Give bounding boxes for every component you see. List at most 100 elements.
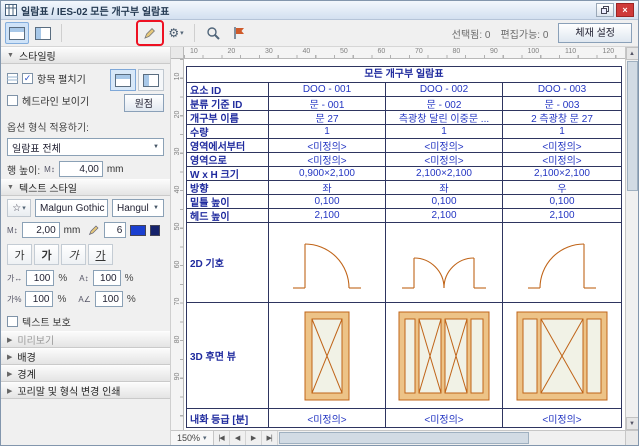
table-cell[interactable]: <미정의> — [269, 139, 386, 152]
favorite-style-button[interactable]: ☆ ▾ — [7, 199, 31, 217]
table-cell[interactable]: 2,100×2,100 — [386, 167, 503, 180]
table-cell[interactable]: 2,100 — [269, 209, 386, 222]
vertical-scrollbar[interactable]: ▲ ▼ — [625, 47, 638, 430]
table-cell[interactable]: <미정의> — [269, 409, 386, 427]
pen-number-input[interactable]: 6 — [104, 222, 126, 238]
scheme-settings-button[interactable]: 체재 설정 — [558, 23, 632, 43]
row-label: 분류 기준 ID — [187, 97, 269, 110]
font-style-bold-button[interactable]: 가 — [34, 244, 59, 265]
scroll-up-button[interactable]: ▲ — [626, 47, 639, 60]
secondary-color-swatch[interactable] — [150, 225, 160, 236]
door-2d-symbol-double[interactable] — [386, 223, 503, 302]
table-cell[interactable]: 2,100 — [386, 209, 503, 222]
table-cell[interactable]: DOO - 002 — [386, 83, 503, 96]
door-3d-view-double-sidelight[interactable] — [386, 303, 503, 408]
door-2d-symbol-single-right[interactable] — [503, 223, 621, 302]
table-cell[interactable]: 2 측광창 문 27 — [503, 111, 621, 124]
table-cell[interactable]: <미정의> — [386, 153, 503, 166]
door-3d-view-two-sidelights[interactable] — [503, 303, 621, 408]
table-cell[interactable]: <미정의> — [503, 139, 621, 152]
font-style-italic-button[interactable]: 가 — [61, 244, 86, 265]
flag-button[interactable] — [227, 22, 251, 44]
view-style-a-button[interactable] — [5, 22, 29, 44]
font-style-normal-button[interactable]: 가 — [7, 244, 32, 265]
table-cell[interactable]: 0,100 — [386, 195, 503, 208]
border-section-header[interactable]: ▶ 경계 — [1, 365, 170, 382]
text-protect-checkbox[interactable] — [7, 316, 18, 327]
table-cell[interactable]: 1 — [386, 125, 503, 138]
table-cell[interactable]: 우 — [503, 181, 621, 194]
origin-button[interactable]: 원점 — [124, 94, 164, 112]
horizontal-scrollbar[interactable] — [278, 431, 625, 445]
font-dropdown[interactable]: Malgun Gothic ▼ — [35, 199, 108, 217]
ruler-number: 10 — [190, 48, 198, 55]
scroll-down-button[interactable]: ▼ — [626, 417, 639, 430]
background-section-header[interactable]: ▶ 배경 — [1, 348, 170, 365]
table-cell[interactable]: <미정의> — [386, 139, 503, 152]
table-cell[interactable]: 1 — [269, 125, 386, 138]
table-cell[interactable]: 측광창 달린 이중문 ... — [386, 111, 503, 124]
table-cell[interactable]: 좌 — [386, 181, 503, 194]
char-width-input[interactable]: 100 — [26, 270, 54, 286]
horizontal-scroll-thumb[interactable] — [279, 432, 529, 444]
table-cell[interactable]: DOO - 003 — [503, 83, 621, 96]
table-cell[interactable]: <미정의> — [269, 153, 386, 166]
table-cell[interactable]: 문 27 — [269, 111, 386, 124]
expand-items-checkbox[interactable]: ✓ — [22, 73, 33, 84]
settings-gear-button[interactable]: ⚙ ▾ — [164, 22, 188, 44]
table-cell[interactable]: 문 - 001 — [269, 97, 386, 110]
scrollbar-corner — [625, 431, 638, 445]
table-cell[interactable]: 1 — [503, 125, 621, 138]
styling-section-header[interactable]: ▼ 스타일링 — [1, 47, 170, 64]
zoom-control[interactable]: 150% ▾ — [171, 431, 214, 445]
zoom-select-button[interactable] — [201, 22, 225, 44]
headline-orientation-top-button[interactable] — [110, 69, 136, 91]
view-style-b-button[interactable] — [31, 22, 55, 44]
restore-button[interactable] — [596, 3, 614, 17]
char-slant-input[interactable]: 100 — [95, 291, 123, 307]
table-cell[interactable]: <미정의> — [503, 153, 621, 166]
table-cell[interactable]: 0,100 — [269, 195, 386, 208]
font-style-underline-button[interactable]: 가 — [88, 244, 113, 265]
ruler-number: 80 — [174, 332, 181, 347]
door-2d-symbol-single-left[interactable] — [269, 223, 386, 302]
row-label: 헤드 높이 — [187, 209, 269, 222]
vertical-ruler[interactable]: 102030405060708090 — [171, 59, 184, 430]
table-cell[interactable]: 2,100×2,100 — [503, 167, 621, 180]
char-scale-input[interactable]: 100 — [25, 291, 53, 307]
dropdown-arrow-icon: ▼ — [153, 205, 159, 211]
table-cell[interactable]: DOO - 001 — [269, 83, 386, 96]
door-3d-view-single[interactable] — [269, 303, 386, 408]
footer-section-header[interactable]: ▶ 꼬리말 및 형식 변경 인쇄 — [1, 382, 170, 399]
table-cell[interactable]: 문 - 002 — [386, 97, 503, 110]
font-size-input[interactable]: 2,00 — [22, 222, 60, 238]
show-headline-checkbox[interactable] — [7, 95, 18, 106]
nav-next-button[interactable]: ▶ — [246, 431, 262, 445]
text-style-section-header[interactable]: ▼ 텍스트 스타일 — [1, 179, 170, 196]
headline-orientation-left-button[interactable] — [138, 69, 164, 91]
vertical-scroll-thumb[interactable] — [627, 61, 638, 191]
table-cell[interactable]: 좌 — [269, 181, 386, 194]
format-pen-button[interactable] — [138, 22, 162, 44]
table-cell[interactable]: 문 - 003 — [503, 97, 621, 110]
table-cell[interactable]: <미정의> — [503, 409, 621, 427]
pen-color-swatch[interactable] — [130, 225, 146, 236]
apply-format-dropdown[interactable]: 일람표 전체 ▼ — [7, 138, 164, 156]
nav-prev-button[interactable]: ◀ — [230, 431, 246, 445]
nav-first-button[interactable]: |◀ — [214, 431, 230, 445]
table-cell[interactable]: 0,900×2,100 — [269, 167, 386, 180]
table-cell[interactable]: <미정의> — [386, 409, 503, 427]
script-dropdown[interactable]: Hangul ▼ — [112, 199, 164, 217]
table-row: 영역으로<미정의><미정의><미정의> — [187, 153, 621, 167]
table-cell[interactable]: 2,100 — [503, 209, 621, 222]
footer-section-title: 꼬리말 및 형식 변경 인쇄 — [17, 383, 120, 398]
close-button[interactable]: × — [616, 3, 634, 17]
line-spacing-input[interactable]: 100 — [93, 270, 121, 286]
preview-section-header[interactable]: ▶ 미리보기 — [1, 331, 170, 348]
row-height-input[interactable]: 4,00 — [59, 161, 103, 177]
horizontal-ruler[interactable]: 102030405060708090100110120 — [184, 47, 625, 59]
table-cell[interactable]: 0,100 — [503, 195, 621, 208]
table-row: 밑틀 높이0,1000,1000,100 — [187, 195, 621, 209]
table-header-top-icon — [9, 27, 25, 40]
nav-last-button[interactable]: ▶| — [262, 431, 278, 445]
